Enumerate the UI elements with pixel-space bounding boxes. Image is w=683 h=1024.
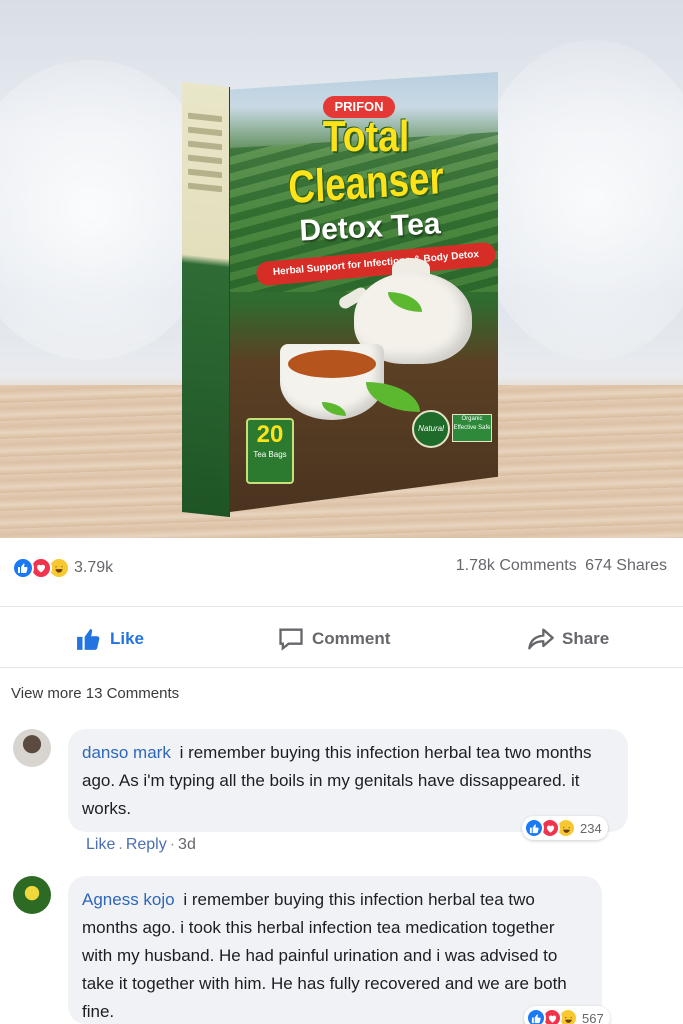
comment-reaction-badge[interactable]: 234 <box>522 816 608 840</box>
avatar[interactable] <box>13 876 51 914</box>
thumbs-up-icon <box>77 629 100 650</box>
product-image: PRIFON Total Cleanser Detox Tea Herbal S… <box>0 0 683 538</box>
tea-bag-count: 20 Tea Bags <box>246 418 294 484</box>
share-label: Share <box>562 629 610 648</box>
comment-like-link[interactable]: Like <box>86 836 115 853</box>
comment-reply-link[interactable]: Reply <box>126 836 167 853</box>
avatar[interactable] <box>13 729 51 767</box>
product-title-total: Total <box>322 112 410 161</box>
separator-dot: · <box>169 836 176 853</box>
separator-dot: . <box>118 836 123 853</box>
comment-meta: Like. Reply · 3d <box>86 836 196 854</box>
product-title-cleanser: Cleanser <box>287 150 445 214</box>
comment-reaction-count: 234 <box>580 820 602 836</box>
like-icon <box>12 557 34 579</box>
side-text-line <box>188 182 222 193</box>
box-side-panel <box>182 82 230 518</box>
like-button[interactable]: Like <box>74 625 144 653</box>
share-arrow-icon <box>528 628 554 650</box>
comment-author[interactable]: Agness kojo <box>82 890 175 909</box>
like-label: Like <box>110 629 145 648</box>
comment-icon <box>279 628 303 651</box>
comment-text: i remember buying this infection herbal … <box>82 890 567 1021</box>
post-stats: 3.79k 1.78k Comments 674 Shares <box>0 540 683 606</box>
comment-share-counts: 1.78k Comments 674 Shares <box>452 557 667 575</box>
reaction-count: 3.79k <box>74 559 114 576</box>
side-text-line <box>188 154 222 165</box>
comments-count[interactable]: 1.78k Comments <box>456 557 577 574</box>
comment-reaction-count: 567 <box>582 1010 604 1024</box>
comment-reaction-badge[interactable]: 567 <box>524 1006 610 1024</box>
shares-count[interactable]: 674 Shares <box>585 557 667 574</box>
comment-bubble: Agness kojo i remember buying this infec… <box>68 876 602 1024</box>
organic-badge: Organic Effective Safe <box>452 414 492 442</box>
side-text-line <box>188 112 222 123</box>
tea-liquid <box>288 350 376 378</box>
comment-label: Comment <box>312 629 391 648</box>
tea-bag-label: Tea Bags <box>253 450 287 459</box>
side-text-line <box>188 168 222 179</box>
share-button[interactable]: Share <box>526 625 609 653</box>
comment-button[interactable]: Comment <box>276 625 390 653</box>
comment-age: 3d <box>178 836 196 853</box>
view-more-comments-link[interactable]: View more 13 Comments <box>11 685 179 702</box>
natural-badge: Natural <box>412 410 450 448</box>
side-text-line <box>188 140 222 151</box>
comment-author[interactable]: danso mark <box>82 743 171 762</box>
tea-box: PRIFON Total Cleanser Detox Tea Herbal S… <box>182 72 498 518</box>
like-icon <box>524 818 544 838</box>
tea-bag-number: 20 <box>256 421 284 448</box>
post-action-bar: Like Comment Share <box>0 606 683 668</box>
reaction-summary[interactable]: 3.79k <box>12 556 113 580</box>
like-icon <box>526 1008 546 1024</box>
background-blur <box>473 40 683 360</box>
side-text-line <box>188 126 222 137</box>
